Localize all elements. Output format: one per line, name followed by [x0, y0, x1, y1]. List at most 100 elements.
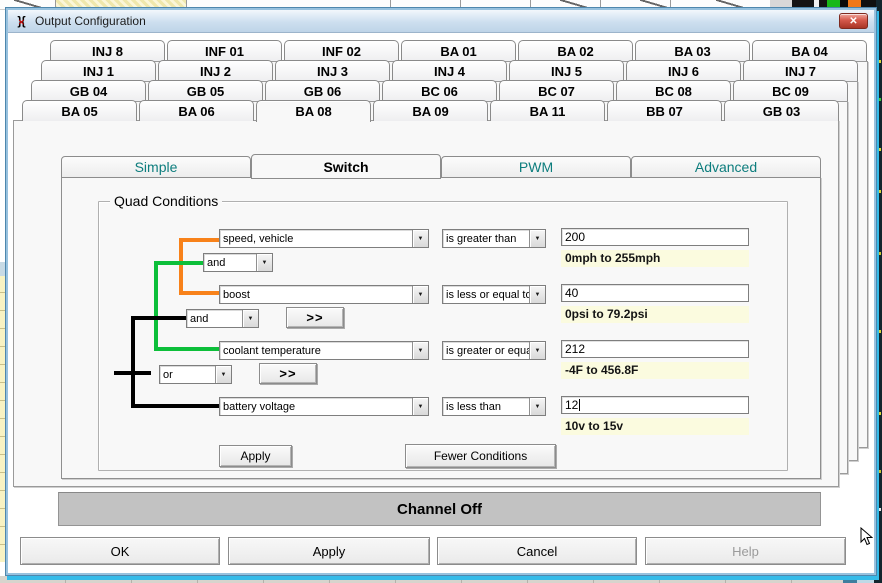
condition-value-input[interactable]: 40	[561, 284, 749, 302]
conjunction-value: and	[204, 257, 256, 269]
condition-value-text: 40	[565, 286, 578, 300]
condition-field-value: speed, vehicle	[220, 233, 412, 245]
tab-pwm[interactable]: PWM	[441, 156, 631, 178]
tab-inj-1[interactable]: INJ 1	[41, 60, 156, 81]
cancel-button[interactable]: Cancel	[437, 537, 637, 565]
condition-operator-value: is greater than	[443, 233, 529, 245]
condition-value-input[interactable]: 200	[561, 228, 749, 246]
background-app-right-strip	[876, 0, 882, 583]
condition-value-text: 200	[565, 230, 585, 244]
tab-bb-07[interactable]: BB 07	[607, 100, 722, 121]
tab-ba-05[interactable]: BA 05	[22, 100, 137, 121]
condition-operator-value: is less than	[443, 401, 529, 413]
dropdown-arrow-icon: ▼	[529, 398, 545, 415]
conjunction-select[interactable]: and ▼	[203, 253, 273, 272]
fewer-conditions-button[interactable]: Fewer Conditions	[405, 444, 556, 468]
apply-conditions-button[interactable]: Apply	[219, 445, 292, 467]
tab-ba-06[interactable]: BA 06	[139, 100, 254, 121]
tab-inj-5[interactable]: INJ 5	[509, 60, 624, 81]
logic-bracket-orange	[179, 238, 219, 242]
tab-inj-8[interactable]: INJ 8	[50, 40, 165, 61]
window-title-bar[interactable]: }{ ✕ Output Configuration ✕	[8, 10, 874, 33]
tab-bc-07[interactable]: BC 07	[499, 80, 614, 101]
expand-conditions-button[interactable]: >>	[259, 363, 317, 384]
window-title: Output Configuration	[35, 14, 146, 28]
condition-field-select[interactable]: coolant temperature ▼	[219, 341, 429, 360]
tab-gb-06[interactable]: GB 06	[265, 80, 380, 101]
tab-ba-03[interactable]: BA 03	[635, 40, 750, 61]
text-cursor	[579, 399, 580, 411]
dropdown-arrow-icon: ▼	[412, 398, 428, 415]
tab-switch[interactable]: Switch	[251, 154, 441, 179]
condition-field-select[interactable]: battery voltage ▼	[219, 397, 429, 416]
dropdown-arrow-icon: ▼	[412, 286, 428, 303]
tab-gb-03[interactable]: GB 03	[724, 100, 839, 121]
conjunction-select[interactable]: or ▼	[159, 365, 232, 384]
condition-value-text: 12	[565, 398, 578, 412]
expand-conditions-button[interactable]: >>	[286, 307, 344, 328]
condition-field-value: boost	[220, 289, 412, 301]
tab-gb-05[interactable]: GB 05	[148, 80, 263, 101]
background-app-bottom-strip	[0, 576, 882, 583]
tab-bc-09[interactable]: BC 09	[733, 80, 848, 101]
dropdown-arrow-icon: ▼	[412, 342, 428, 359]
condition-value-input[interactable]: 212	[561, 340, 749, 358]
condition-field-value: coolant temperature	[220, 345, 412, 357]
channel-status-text: Channel Off	[397, 501, 482, 518]
tab-ba-04[interactable]: BA 04	[752, 40, 867, 61]
logic-bracket-green	[154, 261, 158, 351]
logic-bracket-black	[131, 316, 186, 320]
help-button: Help	[645, 537, 846, 565]
channel-status-bar: Channel Off	[58, 492, 821, 526]
mouse-cursor-icon	[860, 527, 873, 546]
condition-value-input[interactable]: 12	[561, 396, 749, 414]
tab-ba-01[interactable]: BA 01	[401, 40, 516, 61]
mode-tab-strip: Simple Switch PWM Advanced	[61, 156, 821, 181]
tab-bc-06[interactable]: BC 06	[382, 80, 497, 101]
tab-inj-4[interactable]: INJ 4	[392, 60, 507, 81]
tab-advanced[interactable]: Advanced	[631, 156, 821, 178]
condition-operator-select[interactable]: is less or equal to ▼	[442, 285, 546, 304]
condition-field-value: battery voltage	[220, 401, 412, 413]
logic-bracket-green	[154, 261, 203, 265]
dropdown-arrow-icon: ▼	[412, 230, 428, 247]
apply-button[interactable]: Apply	[228, 537, 430, 565]
dropdown-arrow-icon: ▼	[215, 366, 231, 383]
tab-ba-09[interactable]: BA 09	[373, 100, 488, 121]
logic-bracket-orange	[179, 291, 219, 295]
background-hatch-cell	[56, 0, 186, 10]
condition-range-label: 0mph to 255mph	[561, 250, 749, 267]
dropdown-arrow-icon: ▼	[529, 342, 545, 359]
condition-operator-value: is less or equal to	[443, 289, 529, 301]
tab-inf-02[interactable]: INF 02	[284, 40, 399, 61]
dropdown-arrow-icon: ▼	[242, 310, 258, 327]
tab-gb-04[interactable]: GB 04	[31, 80, 146, 101]
condition-operator-select[interactable]: is greater or equa ▼	[442, 341, 546, 360]
tab-inj-2[interactable]: INJ 2	[158, 60, 273, 81]
tab-ba-11[interactable]: BA 11	[490, 100, 605, 121]
tab-inj-7[interactable]: INJ 7	[743, 60, 858, 81]
tab-ba-08[interactable]: BA 08	[256, 100, 371, 122]
condition-value-text: 212	[565, 342, 585, 356]
background-app-left-strip	[0, 10, 8, 576]
app-icon: }{ ✕	[13, 14, 29, 29]
tab-bc-08[interactable]: BC 08	[616, 80, 731, 101]
condition-field-select[interactable]: boost ▼	[219, 285, 429, 304]
background-gauge-bars	[770, 0, 882, 10]
logic-bracket-black	[131, 404, 219, 408]
dropdown-arrow-icon: ▼	[256, 254, 272, 271]
dropdown-arrow-icon: ▼	[529, 230, 545, 247]
logic-bracket-black	[131, 316, 135, 408]
tab-ba-02[interactable]: BA 02	[518, 40, 633, 61]
condition-field-select[interactable]: speed, vehicle ▼	[219, 229, 429, 248]
tab-inj-3[interactable]: INJ 3	[275, 60, 390, 81]
tab-simple[interactable]: Simple	[61, 156, 251, 178]
close-button[interactable]: ✕	[839, 13, 868, 29]
conjunction-select[interactable]: and ▼	[186, 309, 259, 328]
condition-operator-select[interactable]: is greater than ▼	[442, 229, 546, 248]
condition-operator-select[interactable]: is less than ▼	[442, 397, 546, 416]
tab-inf-01[interactable]: INF 01	[167, 40, 282, 61]
tab-inj-6[interactable]: INJ 6	[626, 60, 741, 81]
ok-button[interactable]: OK	[20, 537, 220, 565]
condition-range-label: -4F to 456.8F	[561, 362, 749, 379]
